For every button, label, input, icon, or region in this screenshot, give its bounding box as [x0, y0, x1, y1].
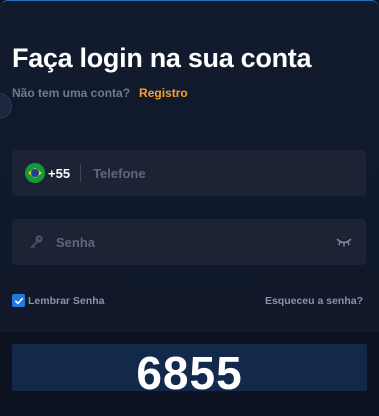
- field-divider: [80, 164, 82, 182]
- brazil-flag-icon[interactable]: [25, 163, 45, 183]
- remember-label[interactable]: Lembrar Senha: [28, 295, 104, 307]
- remember-checkbox[interactable]: [12, 294, 25, 307]
- no-account-text: Não tem uma conta?: [12, 86, 131, 100]
- checkmark-icon: [14, 297, 23, 304]
- page-title: Faça login na sua conta: [12, 43, 312, 73]
- phone-input[interactable]: [91, 164, 366, 182]
- register-prompt: Não tem uma conta? Registro: [12, 86, 188, 100]
- side-handle[interactable]: [0, 93, 12, 119]
- password-field[interactable]: [12, 219, 366, 265]
- country-code[interactable]: +55: [48, 166, 70, 181]
- remember-password[interactable]: Lembrar Senha: [12, 294, 104, 307]
- key-icon: [28, 234, 44, 250]
- login-panel: Faça login na sua conta Não tem uma cont…: [0, 0, 379, 416]
- forgot-password-link[interactable]: Esqueceu a senha?: [265, 295, 363, 307]
- captcha-code: 6855: [136, 347, 243, 399]
- register-link[interactable]: Registro: [139, 86, 188, 100]
- password-input[interactable]: [54, 233, 336, 251]
- eye-closed-icon[interactable]: [336, 236, 352, 248]
- phone-field[interactable]: +55: [12, 150, 366, 196]
